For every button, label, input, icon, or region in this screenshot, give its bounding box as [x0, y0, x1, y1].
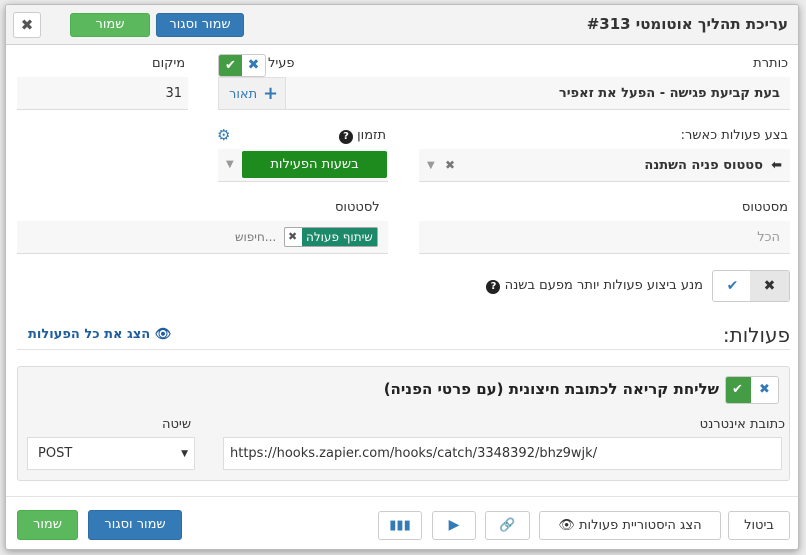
timing-select[interactable]: ▼ בשעות הפעילות [218, 149, 388, 182]
stats-button[interactable]: ▮▮▮ [378, 511, 422, 540]
actions-divider [17, 349, 790, 350]
check-icon: ✔ [726, 278, 739, 294]
footer-divider [6, 496, 798, 497]
plus-icon: + [263, 83, 279, 104]
trigger-select[interactable]: ⬅ סטטוס פניה השתנה ✖ ▼ [419, 149, 790, 182]
edit-automation-dialog: עריכת תהליך אוטומטי #313 שמור וסגור שמור… [5, 4, 799, 550]
x-icon: ✖ [750, 271, 789, 301]
trigger-value: סטטוס פניה השתנה [644, 158, 763, 173]
prevent-label: מנע ביצוע פעולות יותר מפעם בשנה ? [486, 278, 703, 294]
remove-tag-icon[interactable]: ✖ [288, 230, 297, 243]
title-field[interactable]: בעת קביעת פגישה - הפעל את זאפיר [286, 77, 790, 110]
trigger-label: בצע פעולות כאשר: [680, 128, 788, 143]
active-label: פעיל [268, 56, 295, 71]
footer-save-button[interactable]: שמור [17, 510, 78, 540]
action-title: שליחת קריאה לכתובת חיצונית (עם פרטי הפני… [383, 380, 719, 398]
actions-title: פעולות: [722, 323, 790, 347]
location-label: מיקום [152, 56, 186, 71]
to-status-search[interactable]: חיפוש... [235, 221, 276, 254]
gear-icon[interactable]: ⚙ [217, 126, 230, 144]
check-icon: ✔ [219, 55, 242, 76]
active-toggle[interactable]: ✔ ✖ [218, 54, 266, 77]
title-value: בעת קביעת פגישה - הפעל את זאפיר [558, 86, 780, 101]
x-icon: ✖ [247, 57, 260, 73]
to-status-label: לסטטוס [335, 200, 380, 215]
help-icon[interactable]: ? [339, 130, 353, 144]
tag-label: שיתוף פעולה [302, 228, 377, 246]
url-input[interactable]: https://hooks.zapier.com/hooks/catch/334… [223, 437, 782, 470]
chevron-down-icon[interactable]: ▼ [427, 149, 435, 182]
method-label: שיטה [162, 417, 192, 432]
footer-save-close-button[interactable]: שמור וסגור [88, 510, 182, 540]
dialog-header: עריכת תהליך אוטומטי #313 שמור וסגור שמור… [6, 5, 798, 45]
link-button[interactable]: 🔗 [485, 511, 530, 540]
bar-chart-icon: ▮▮▮ [389, 518, 411, 533]
chevron-down-icon: ▼ [226, 159, 234, 170]
history-button[interactable]: 👁 הצג היסטוריית פעולות [539, 511, 721, 540]
method-value: POST [38, 446, 73, 461]
help-icon[interactable]: ? [486, 280, 501, 294]
timing-label: תזמון ? [339, 128, 386, 144]
play-icon: ▶ [448, 517, 460, 533]
header-save-button[interactable]: שמור [70, 13, 150, 37]
cancel-button[interactable]: ביטול [728, 511, 790, 540]
from-status-label: מסטטוס [741, 200, 788, 215]
header-save-close-button[interactable]: שמור וסגור [156, 13, 244, 37]
url-label: כתובת אינטרנט [699, 417, 785, 432]
url-value: https://hooks.zapier.com/hooks/catch/334… [230, 446, 598, 461]
from-status-select[interactable]: הכל [419, 221, 790, 254]
check-icon: ✔ [726, 377, 751, 403]
prevent-toggle[interactable]: ✖ ✔ [712, 270, 790, 302]
description-label: תאור [229, 87, 258, 102]
description-button[interactable]: + תאור [218, 77, 286, 110]
to-status-tag[interactable]: ✖ שיתוף פעולה שיתוף פעולה [284, 227, 378, 247]
link-icon: 🔗 [499, 518, 516, 533]
arrow-left-icon: ⬅ [771, 158, 782, 173]
x-icon: ✖ [759, 382, 770, 397]
action-panel: ✔ ✖ שליחת קריאה לכתובת חיצונית (עם פרטי … [17, 366, 790, 481]
chevron-down-icon: ▼ [181, 449, 188, 459]
location-value: 31 [165, 86, 182, 101]
action-toggle[interactable]: ✔ ✖ [725, 376, 779, 404]
run-button[interactable]: ▶ [432, 511, 476, 540]
close-icon[interactable]: ✖ [13, 12, 41, 38]
from-status-placeholder: הכל [757, 230, 780, 245]
eye-icon: 👁 [558, 518, 575, 533]
eye-icon: 👁 [154, 327, 172, 342]
location-field[interactable]: 31 [17, 77, 188, 110]
title-label: כותרת [753, 56, 788, 71]
method-select[interactable]: POST ▼ [27, 437, 195, 470]
to-status-select[interactable]: ✖ שיתוף פעולה שיתוף פעולה חיפוש... [17, 221, 388, 254]
timing-value: בשעות הפעילות [242, 151, 387, 178]
clear-icon[interactable]: ✖ [445, 149, 455, 182]
show-all-actions-link[interactable]: 👁 הצג את כל הפעולות [28, 327, 171, 342]
dialog-title: עריכת תהליך אוטומטי #313 [586, 15, 788, 33]
